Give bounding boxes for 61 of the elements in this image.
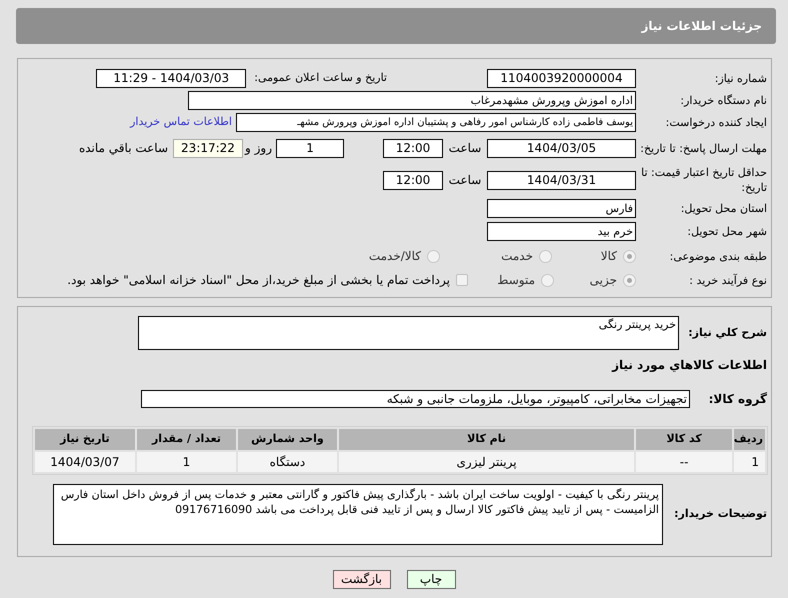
field-label: نوع فرآیند خرید : (689, 274, 767, 286)
days-label: روز و (246, 140, 272, 157)
remaining-label: ساعت باقي مانده (78, 140, 168, 157)
field-label: حداقل تاریخ اعتبار قیمت: تا تاریخ: (641, 166, 767, 194)
field-label: استان محل تحویل: (680, 202, 767, 214)
time-label: ساعت (448, 140, 482, 157)
back-button[interactable]: بازگشت (332, 570, 390, 589)
countdown-field[interactable]: 23:17:22 (173, 138, 243, 158)
text-field[interactable]: 1104003920000004 (487, 68, 636, 88)
radio-button[interactable] (623, 250, 636, 262)
field-label: ایجاد کننده درخواست: (666, 116, 767, 128)
section-heading: اطلاعات کالاهاي مورد نیاز (612, 358, 767, 372)
text-field[interactable]: 12:00 (383, 138, 443, 158)
field-label: طبقه بندی موضوعی: (670, 250, 767, 262)
radio-button[interactable] (541, 274, 554, 286)
table-cell: پرینتر لیزری (338, 452, 634, 472)
radio-button[interactable] (539, 250, 552, 262)
field-label: مهلت ارسال پاسخ: تا تاریخ: (640, 142, 767, 154)
text-area[interactable]: پرینتر رنگی با کیفیت - اولویت ساخت ایران باشد - بارگذاری پیش فاکتور و گارانتی معتبر و خدمات پس از فروش داخل استان فارس الزامیست - پس از تایید پیش فاکتور کالا ارسال و پس از تایید فنی قابل پرداخت می باشد 09176716090 (53, 484, 663, 545)
field-label: توضیحات خریدار: (674, 507, 767, 520)
text-area[interactable]: خرید پرینتر رنگی (138, 316, 679, 350)
column-header: تاریخ نیاز (35, 429, 135, 450)
checkbox-label: پرداخت تمام یا بخشی از مبلغ خرید،از محل "اسناد خزانه اسلامی" خواهد بود. (67, 272, 450, 289)
text-field[interactable]: 1404/03/31 (487, 170, 636, 190)
table-cell: 1 (136, 452, 236, 472)
option-label: کالا (600, 248, 617, 265)
page-title: جزئیات اطلاعات نیاز (641, 18, 762, 35)
field-label: شماره نیاز: (714, 72, 767, 84)
text-field[interactable]: اداره اموزش وپرورش مشهدمرغاب (188, 90, 636, 110)
text-field[interactable]: فارس (487, 198, 636, 218)
column-header: ردیف (734, 429, 765, 450)
option-label: خدمت (501, 248, 533, 265)
text-field[interactable]: یوسف فاطمی زاده کارشناس امور رفاهی و پشتیبان اداره اموزش وپرورش مشهـ (236, 112, 636, 132)
column-header: واحد شمارش (238, 429, 337, 450)
column-header: تعداد / مقدار (136, 429, 236, 450)
column-header: نام کالا (338, 429, 634, 450)
option-label: متوسط (497, 272, 535, 289)
column-header: کد کالا (636, 429, 732, 450)
option-label: جزیی (590, 272, 617, 289)
table-cell: دستگاه (238, 452, 337, 472)
field-label: تاریخ و ساعت اعلان عمومی: (254, 70, 387, 86)
text-field[interactable]: 1404/03/05 (487, 138, 636, 158)
text-field[interactable]: 1 (276, 138, 344, 158)
time-label: ساعت (448, 172, 482, 189)
text-field[interactable]: خرم بید (487, 222, 636, 240)
radio-button[interactable] (427, 250, 440, 262)
checkbox[interactable] (456, 274, 468, 286)
text-field[interactable]: 12:00 (383, 170, 443, 190)
table-cell: 1404/03/07 (35, 452, 135, 472)
text-field[interactable]: 1404/03/03 - 11:29 (96, 68, 246, 88)
text-field[interactable]: تجهیزات مخابراتی، کامپیوتر، موبایل، ملزومات جانبی و شبکه (141, 390, 690, 408)
contact-link[interactable]: اطلاعات تماس خریدار (130, 114, 232, 130)
table-cell: 1 (734, 452, 765, 472)
table-cell: -- (636, 452, 732, 472)
print-button[interactable]: چاپ (406, 570, 456, 589)
field-label: نام دستگاه خریدار: (680, 94, 767, 106)
field-label: شرح کلي نیاز: (688, 326, 767, 339)
option-label: کالا/خدمت (368, 248, 421, 265)
field-label: گروه کالا: (708, 392, 767, 406)
field-label: شهر محل تحویل: (687, 224, 767, 238)
radio-button[interactable] (623, 274, 636, 286)
